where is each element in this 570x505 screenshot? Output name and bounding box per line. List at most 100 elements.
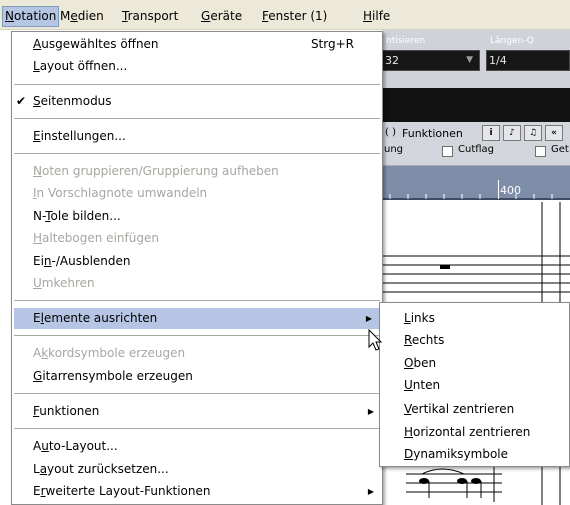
menu-separator [14,84,380,85]
align-submenu: Links Rechts Oben Unten Vertikal zentrie… [379,302,570,467]
mouse-cursor-icon [368,329,383,351]
menu-item-n-tole[interactable]: N-Tole bilden... [12,206,382,227]
info-line [382,88,570,122]
cutflag-checkbox[interactable] [442,146,453,157]
ruler-ticks [389,194,553,199]
menu-item-label: Gitarrensymbole erzeugen [33,369,193,383]
chevron-down-icon: ▼ [466,55,473,65]
menu-item-akkordsymbole[interactable]: Akkordsymbole erzeugen [12,343,382,364]
quantize-label: ntisieren [386,36,426,46]
submenu-item-label: Unten [404,378,441,392]
submenu-arrow-icon: ▶ [367,407,374,416]
ruler[interactable]: 400 [382,166,570,200]
menu-fenster[interactable]: Fenster (1) [262,8,327,24]
quantize-toolbar: ntisieren 32 ▼ Längen-Q 1/4 [382,30,570,88]
menu-item-layout-oeffnen[interactable]: Layout öffnen... [12,56,382,77]
functions-toolbar: ( ) Funktionen i ♪ ♫ « ung Cutflag Get [382,122,570,166]
menu-item-label: In Vorschlagnote umwandeln [33,186,208,200]
submenu-item-oben[interactable]: Oben [380,353,569,374]
menu-item-label: N-Tole bilden... [33,209,121,223]
menu-item-label: Ein-/Ausblenden [33,254,131,268]
menu-item-funktionen[interactable]: Funktionen ▶ [12,401,382,422]
submenu-item-label: Links [404,311,435,325]
rest-symbol [440,265,450,269]
menu-separator [14,393,380,394]
menu-item-einstellungen[interactable]: Einstellungen... [12,126,382,147]
check1-label: ung [384,144,404,155]
menu-item-label: Layout öffnen... [33,59,128,73]
menu-label: Transport [122,9,179,23]
menu-item-label: Akkordsymbole erzeugen [33,346,186,360]
menu-item-label: Funktionen [33,404,100,418]
menu-item-haltebogen[interactable]: Haltebogen einfügen [12,228,382,249]
arrow-icon[interactable]: « [545,125,563,141]
get-checkbox[interactable] [535,146,546,157]
quantize-value: 32 [385,54,399,67]
menu-separator [14,335,380,336]
submenu-item-label: Horizontal zentrieren [404,425,531,439]
get-label: Get [551,144,569,155]
submenu-item-label: Oben [404,356,437,370]
menu-item-label: Noten gruppieren/Gruppierung aufheben [33,164,279,178]
ruler-marker [498,180,499,199]
menu-label: Notation [5,9,57,23]
submenu-arrow-icon: ▶ [367,487,374,496]
brackets-icon[interactable]: ( ) [385,127,396,138]
menu-item-label: Seitenmodus [33,94,112,108]
submenu-item-horizontal-zentrieren[interactable]: Horizontal zentrieren [380,422,569,443]
menu-separator [14,118,380,119]
menu-item-ausgewaehltes-oeffnen[interactable]: Ausgewähltes öffnen Strg+R [12,34,382,55]
submenu-item-vertikal-zentrieren[interactable]: Vertikal zentrieren [380,399,569,420]
quantize-select[interactable]: 32 ▼ [382,50,480,71]
submenu-item-label: Vertikal zentrieren [404,402,515,416]
shortcut-label: Strg+R [310,37,354,51]
length-q-select[interactable]: 1/4 [486,50,570,71]
cutflag-label: Cutflag [458,144,495,155]
notation-menu: Ausgewähltes öffnen Strg+R Layout öffnen.… [11,31,383,505]
submenu-item-rechts[interactable]: Rechts [380,330,569,351]
menu-item-umkehren[interactable]: Umkehren [12,273,382,294]
menu-item-seitenmodus[interactable]: ✔ Seitenmodus [12,91,382,112]
menu-item-label: Ausgewähltes öffnen [33,37,159,51]
notes-icon[interactable]: ♪ [503,125,521,141]
submenu-item-label: Rechts [404,333,445,347]
menu-item-label: Auto-Layout... [33,439,118,453]
menu-separator [14,300,380,301]
menu-geraete[interactable]: Geräte [201,8,242,24]
menu-label: Geräte [201,9,243,23]
info-icon[interactable]: i [482,125,500,141]
submenu-item-dynamiksymbole[interactable]: Dynamiksymbole [380,444,569,465]
menu-separator [14,428,380,429]
functions-label: Funktionen [402,127,463,140]
menu-item-noten-gruppieren[interactable]: Noten gruppieren/Gruppierung aufheben [12,161,382,182]
check-icon: ✔ [16,94,27,108]
menu-separator [14,153,380,154]
menu-item-label: Erweiterte Layout-Funktionen [33,484,211,498]
menu-item-erweiterte-layout-funktionen[interactable]: Erweiterte Layout-Funktionen ▶ [12,481,382,502]
length-q-label: Längen-Q [490,36,534,46]
menu-notation[interactable]: Notation [2,6,60,27]
length-q-value: 1/4 [489,54,507,67]
menu-transport[interactable]: Transport [122,8,178,24]
menu-item-ein-ausblenden[interactable]: Ein-/Ausblenden [12,251,382,272]
menu-item-label: Umkehren [33,276,95,290]
menu-item-label: Haltebogen einfügen [33,231,159,245]
menu-label: Fenster (1) [262,9,328,23]
ruler-value: 400 [500,184,521,197]
menu-hilfe[interactable]: Hilfe [363,8,390,24]
menu-item-vorschlagnote[interactable]: In Vorschlagnote umwandeln [12,183,382,204]
menu-item-elemente-ausrichten[interactable]: Elemente ausrichten ▶ [14,308,380,329]
menu-label: Medien [60,9,104,23]
menu-item-layout-zuruecksetzen[interactable]: Layout zurücksetzen... [12,459,382,480]
submenu-item-links[interactable]: Links [380,308,569,329]
menubar: Notation Medien Transport Geräte Fenster… [0,0,570,30]
menu-item-gitarrensymbole[interactable]: Gitarrensymbole erzeugen [12,366,382,387]
menu-item-label: Einstellungen... [33,129,126,143]
submenu-item-unten[interactable]: Unten [380,375,569,396]
menu-item-label: Elemente ausrichten [33,311,158,325]
submenu-arrow-icon: ▶ [365,314,372,323]
beam-icon[interactable]: ♫ [524,125,542,141]
submenu-item-label: Dynamiksymbole [404,447,509,461]
menu-item-auto-layout[interactable]: Auto-Layout... [12,436,382,457]
menu-medien[interactable]: Medien [60,8,104,24]
